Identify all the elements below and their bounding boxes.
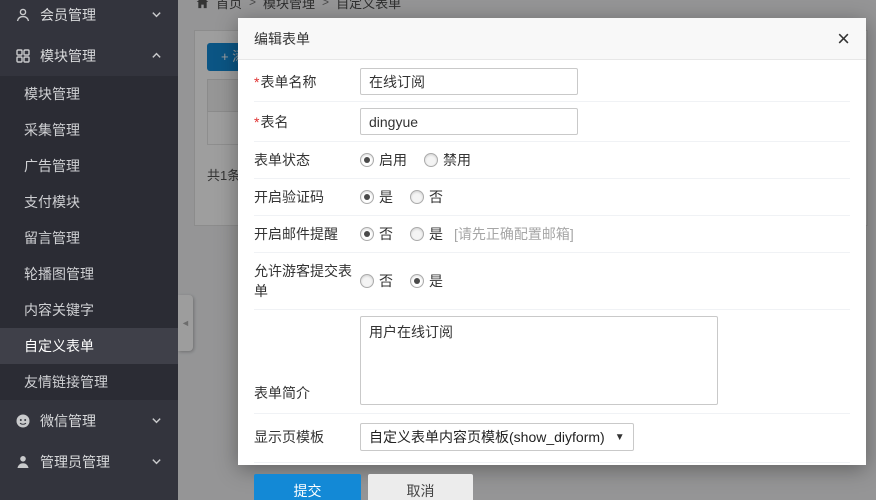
sub-item-label: 轮播图管理 [24, 264, 94, 284]
status-label: 表单状态 [254, 150, 360, 170]
form-row-captcha: 开启验证码 是 否 [254, 179, 850, 216]
radio-option-label: 启用 [379, 150, 407, 170]
email-notice-option-yes[interactable]: 是 [410, 224, 443, 244]
sidebar: 会员管理 模块管理 模块管理 采集管理 广告管理 支付模块 留言管理 [0, 0, 178, 500]
sidebar-item-label: 管理员管理 [40, 452, 110, 472]
guest-submit-option-no[interactable]: 否 [360, 271, 393, 291]
table-name-label: *表名 [254, 112, 360, 132]
radio-option-label: 禁用 [443, 150, 471, 170]
radio-unchecked-icon[interactable] [410, 227, 424, 241]
user-outline-icon [14, 6, 31, 23]
sub-item-label: 友情链接管理 [24, 372, 108, 392]
radio-option-label: 否 [429, 187, 443, 207]
form-name-input[interactable] [360, 68, 578, 95]
radio-checked-icon[interactable] [360, 153, 374, 167]
radio-option-label: 否 [379, 271, 393, 291]
sidebar-item-wechat-mgmt[interactable]: 微信管理 [0, 400, 178, 441]
sidebar-item-admin-mgmt[interactable]: 管理员管理 [0, 441, 178, 482]
sub-item-label: 自定义表单 [24, 336, 94, 356]
radio-option-label: 是 [429, 224, 443, 244]
sub-item-label: 内容关键字 [24, 300, 94, 320]
radio-option-label: 否 [379, 224, 393, 244]
sidebar-item-label: 模块管理 [40, 46, 96, 66]
sidebar-item-label: 微信管理 [40, 411, 96, 431]
guest-submit-label: 允许游客提交表单 [254, 261, 360, 301]
sidebar-item-module-mgmt[interactable]: 模块管理 [0, 35, 178, 76]
sub-item-label: 广告管理 [24, 156, 80, 176]
sidebar-sub-item-diyform[interactable]: 自定义表单 [0, 328, 178, 364]
sidebar-sub-item-keyword[interactable]: 内容关键字 [0, 292, 178, 328]
sub-item-label: 采集管理 [24, 120, 80, 140]
radio-checked-icon[interactable] [360, 190, 374, 204]
edit-form-modal: 编辑表单 × *表单名称 *表名 表单状态 启用 禁用 [238, 18, 866, 465]
captcha-option-no[interactable]: 否 [410, 187, 443, 207]
close-icon[interactable]: × [837, 28, 850, 50]
captcha-radio-group: 是 否 [360, 187, 443, 207]
cancel-button[interactable]: 取消 [368, 474, 473, 500]
form-row-form-name: *表单名称 [254, 62, 850, 102]
submit-button[interactable]: 提交 [254, 474, 361, 500]
app-root: 会员管理 模块管理 模块管理 采集管理 广告管理 支付模块 留言管理 [0, 0, 876, 500]
template-label: 显示页模板 [254, 427, 360, 447]
sidebar-sub-item-payment[interactable]: 支付模块 [0, 184, 178, 220]
intro-label: 表单简介 [254, 383, 360, 405]
sidebar-submenu: 模块管理 采集管理 广告管理 支付模块 留言管理 轮播图管理 内容关键字 自定义… [0, 76, 178, 400]
captcha-label: 开启验证码 [254, 187, 360, 207]
chevron-down-icon [151, 415, 162, 426]
intro-textarea[interactable]: 用户在线订阅 [360, 316, 718, 405]
modal-header: 编辑表单 × [238, 18, 866, 60]
grid-icon [14, 47, 31, 64]
form-row-email-notice: 开启邮件提醒 否 是 [请先正确配置邮箱] [254, 216, 850, 253]
radio-checked-icon[interactable] [360, 227, 374, 241]
sidebar-item-member-mgmt[interactable]: 会员管理 [0, 0, 178, 35]
chevron-up-icon [151, 50, 162, 61]
guest-submit-option-yes[interactable]: 是 [410, 271, 443, 291]
radio-unchecked-icon[interactable] [410, 190, 424, 204]
modal-title: 编辑表单 [254, 29, 310, 49]
form-row-intro: 表单简介 用户在线订阅 [254, 310, 850, 414]
required-asterisk: * [254, 74, 259, 90]
email-notice-radio-group: 否 是 [360, 224, 443, 244]
form-row-guest-submit: 允许游客提交表单 否 是 [254, 253, 850, 310]
email-config-hint: [请先正确配置邮箱] [454, 224, 574, 244]
radio-option-label: 是 [429, 271, 443, 291]
captcha-option-yes[interactable]: 是 [360, 187, 393, 207]
status-option-disabled[interactable]: 禁用 [424, 150, 471, 170]
caret-down-icon: ▼ [615, 432, 625, 443]
required-asterisk: * [254, 114, 259, 130]
table-name-input[interactable] [360, 108, 578, 135]
display-template-select[interactable]: 自定义表单内容页模板(show_diyform) ▼ [360, 423, 634, 451]
form-name-label: *表单名称 [254, 72, 360, 92]
select-value: 自定义表单内容页模板(show_diyform) [369, 427, 605, 447]
guest-submit-radio-group: 否 是 [360, 271, 443, 291]
status-radio-group: 启用 禁用 [360, 150, 471, 170]
sidebar-sub-item-message[interactable]: 留言管理 [0, 220, 178, 256]
sidebar-sub-item-carousel[interactable]: 轮播图管理 [0, 256, 178, 292]
sidebar-item-label: 会员管理 [40, 5, 96, 25]
email-notice-option-no[interactable]: 否 [360, 224, 393, 244]
radio-option-label: 是 [379, 187, 393, 207]
form-row-template: 显示页模板 自定义表单内容页模板(show_diyform) ▼ [254, 414, 850, 463]
sidebar-sub-item-module[interactable]: 模块管理 [0, 76, 178, 112]
radio-unchecked-icon[interactable] [360, 274, 374, 288]
wechat-icon [14, 412, 31, 429]
status-option-enabled[interactable]: 启用 [360, 150, 407, 170]
sub-item-label: 支付模块 [24, 192, 80, 212]
main-content: 首页 > 模块管理 > 自定义表单 + 添加表单 7 共1条记录 ◄ 编辑表单 [178, 0, 876, 500]
sub-item-label: 模块管理 [24, 84, 80, 104]
chevron-down-icon [151, 456, 162, 467]
form-row-table-name: *表名 [254, 102, 850, 142]
modal-body: *表单名称 *表名 表单状态 启用 禁用 开启验证码 [238, 60, 866, 500]
radio-checked-icon[interactable] [410, 274, 424, 288]
sidebar-sub-item-ad[interactable]: 广告管理 [0, 148, 178, 184]
sidebar-sub-item-collect[interactable]: 采集管理 [0, 112, 178, 148]
sub-item-label: 留言管理 [24, 228, 80, 248]
radio-unchecked-icon[interactable] [424, 153, 438, 167]
email-notice-label: 开启邮件提醒 [254, 224, 360, 244]
admin-user-icon [14, 453, 31, 470]
chevron-down-icon [151, 9, 162, 20]
sidebar-sub-item-links[interactable]: 友情链接管理 [0, 364, 178, 400]
form-row-buttons: 提交 取消 [254, 463, 850, 500]
form-row-status: 表单状态 启用 禁用 [254, 142, 850, 179]
